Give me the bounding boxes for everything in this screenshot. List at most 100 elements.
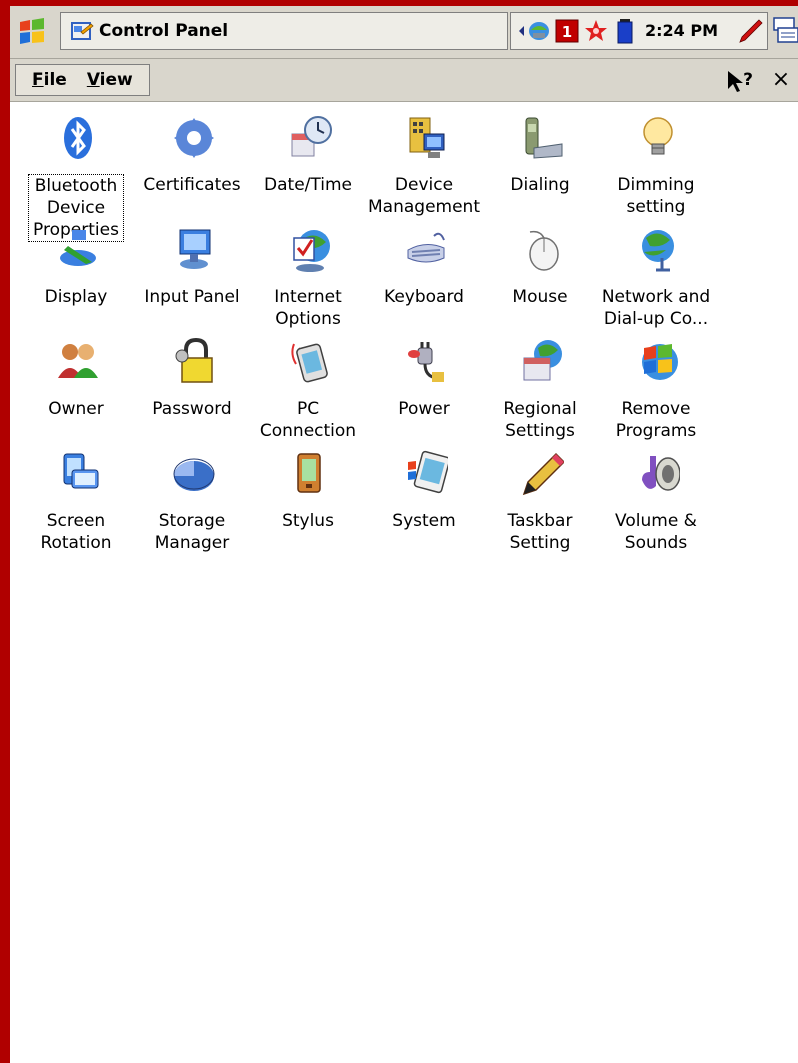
notification-tray: 1 2:24 PM (510, 12, 768, 50)
label-line: Device (394, 175, 454, 195)
pencil-icon (522, 452, 564, 496)
control-panel-item[interactable]: Mouse (482, 224, 598, 336)
power-plug-icon (408, 342, 444, 382)
label-line: Certificates (143, 175, 241, 195)
control-panel-item[interactable]: Stylus (250, 448, 366, 560)
battery-icon[interactable] (615, 18, 635, 44)
label-line: Options (275, 309, 341, 329)
pie-chart-icon (173, 458, 215, 491)
label-line: Volume & (615, 511, 697, 531)
device-management-icon (409, 117, 445, 158)
control-panel-item[interactable]: System (366, 448, 482, 560)
control-panel-item[interactable]: Network and Dial-up Co... (598, 224, 714, 336)
remove-programs-icon (642, 344, 678, 380)
network-globe-icon (642, 230, 674, 272)
label-line: Regional (503, 399, 577, 419)
label-line: Connection (259, 421, 357, 441)
screen-rotation-icon (63, 453, 99, 489)
control-panel-item[interactable]: Date/Time (250, 112, 366, 224)
menu-bar: File View ? × (10, 59, 798, 102)
control-panel-item[interactable]: Taskbar Setting (482, 448, 598, 560)
pc-connection-icon (291, 343, 328, 383)
phone-icon (525, 117, 563, 159)
label-line: Storage (158, 511, 226, 531)
menu-view[interactable]: View (77, 70, 143, 90)
clock-icon (291, 116, 332, 157)
control-panel-item[interactable]: Certificates (134, 112, 250, 224)
label-line: Rotation (40, 533, 112, 553)
menu-group: File View (15, 64, 150, 96)
label-line: Bluetooth (34, 176, 118, 196)
display-icon (60, 230, 96, 266)
connectivity-icon[interactable] (517, 18, 551, 44)
input-panel-toggle-icon[interactable] (772, 16, 798, 46)
control-panel-item-label: Certificates (134, 174, 250, 196)
control-panel-item[interactable]: PC Connection (250, 336, 366, 448)
control-panel-item-label: Stylus (250, 510, 366, 532)
control-panel-item[interactable]: Input Panel (134, 224, 250, 336)
control-panel-item-label: PC Connection (250, 398, 366, 442)
padlock-icon (175, 338, 213, 383)
lightbulb-icon (643, 117, 673, 155)
control-panel-item[interactable]: Dimming setting (598, 112, 714, 224)
control-panel-item[interactable]: Password (134, 336, 250, 448)
start-button[interactable] (14, 14, 50, 50)
control-panel-item[interactable]: Internet Options (250, 224, 366, 336)
menu-file[interactable]: File (22, 70, 77, 90)
stylus-icon (297, 453, 321, 493)
active-window-title[interactable]: Control Panel (60, 12, 508, 50)
control-panel-item-label: Power (366, 398, 482, 420)
control-panel-item[interactable]: Screen Rotation (18, 448, 134, 560)
bluetooth-status-icon[interactable] (583, 18, 609, 44)
label-line: Manager (154, 533, 230, 553)
control-panel-item[interactable]: Display (18, 224, 134, 336)
label-line: Remove (621, 399, 691, 419)
label-line: Dimming (617, 175, 695, 195)
label-line: Mouse (512, 287, 568, 307)
system-icon (408, 450, 448, 494)
pen-input-icon[interactable] (737, 18, 763, 44)
control-panel-icon (71, 22, 94, 40)
globe-check-icon (293, 230, 330, 272)
control-panel-item[interactable]: Volume & Sounds (598, 448, 714, 560)
control-panel-item-label: Input Panel (134, 286, 250, 308)
label-line: Programs (615, 421, 697, 441)
control-panel-item[interactable]: Dialing (482, 112, 598, 224)
taskbar: Control Panel 1 2:24 PM (10, 6, 798, 59)
label-line: Dial-up Co... (603, 309, 709, 329)
clock-time[interactable]: 2:24 PM (645, 21, 718, 40)
control-panel-item[interactable]: Remove Programs (598, 336, 714, 448)
control-panel-item-label: Storage Manager (134, 510, 250, 554)
control-panel-item-label: Display (18, 286, 134, 308)
certificates-icon (174, 118, 214, 158)
menu-view-label: iew (99, 70, 133, 90)
control-panel-item-label: Dimming setting (598, 174, 714, 218)
control-panel-item-label: Volume & Sounds (598, 510, 714, 554)
label-line: Keyboard (384, 287, 464, 307)
control-panel-item[interactable]: Regional Settings (482, 336, 598, 448)
control-panel-item[interactable]: Keyboard (366, 224, 482, 336)
label-line: Device (46, 198, 106, 218)
owner-icon (58, 344, 98, 378)
notification-badge-icon[interactable]: 1 (555, 18, 579, 44)
control-panel-item-label: Date/Time (250, 174, 366, 196)
label-line: Network and (601, 287, 711, 307)
help-pointer-icon[interactable]: ? (726, 69, 756, 95)
control-panel-item[interactable]: Power (366, 336, 482, 448)
control-panel-item[interactable]: BluetoothDeviceProperties (18, 112, 134, 242)
control-panel-item-label: Keyboard (366, 286, 482, 308)
control-panel-item[interactable]: Device Management (366, 112, 482, 224)
control-panel-item[interactable]: Storage Manager (134, 448, 250, 560)
label-line: Input Panel (144, 287, 240, 307)
control-panel-item[interactable]: Owner (18, 336, 134, 448)
close-button[interactable]: × (768, 67, 794, 93)
label-line: PC (296, 399, 320, 419)
screen: Control Panel 1 2:24 PM File View ? × Bl… (10, 6, 798, 1063)
menu-file-label: ile (43, 70, 67, 90)
control-panel-item-label: System (366, 510, 482, 532)
mouse-icon (529, 230, 559, 271)
label-line: Stylus (282, 511, 334, 531)
control-panel-item-label: Remove Programs (598, 398, 714, 442)
control-panel-item-label: Regional Settings (482, 398, 598, 442)
label-line: Power (398, 399, 450, 419)
